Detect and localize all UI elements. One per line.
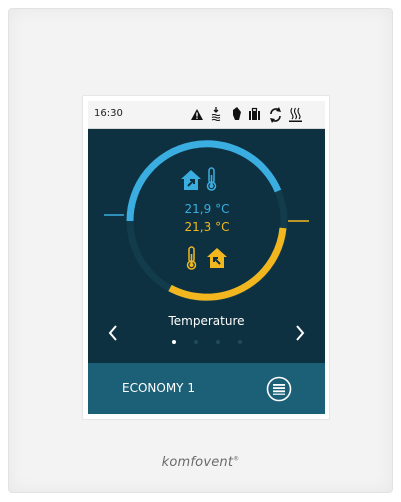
- next-screen-button[interactable]: [293, 325, 307, 347]
- clock: 16:30: [94, 108, 123, 119]
- brand-mark: ®: [233, 455, 240, 463]
- chevron-left-icon: [108, 325, 117, 341]
- brand-name: komfovent: [161, 455, 234, 470]
- thermometer-actual-icon: [206, 167, 217, 191]
- hand-override-icon[interactable]: [233, 107, 241, 120]
- setpoint-arc: [168, 227, 287, 301]
- warning-icon[interactable]: [191, 109, 203, 120]
- briefcase-icon[interactable]: [249, 107, 260, 121]
- menu-button[interactable]: [266, 376, 292, 402]
- refresh-icon[interactable]: [270, 107, 281, 123]
- house-exhaust-icon: [181, 170, 201, 190]
- page-dot[interactable]: [172, 340, 176, 344]
- previous-screen-button[interactable]: [106, 325, 120, 347]
- house-supply-icon: [207, 248, 227, 268]
- thermometer-set-icon: [186, 246, 197, 270]
- actual-temperature: 21,9 °C: [184, 202, 230, 216]
- menu-icon: [266, 376, 292, 402]
- display-screen: 16:30 21,9 °C 21,3 °C Temperature ECONOM…: [88, 101, 325, 414]
- operation-mode[interactable]: ECONOMY 1: [122, 381, 195, 395]
- chevron-right-icon: [296, 325, 305, 341]
- status-icons: [191, 104, 319, 125]
- page-dot[interactable]: [194, 340, 198, 344]
- page-dot[interactable]: [216, 340, 220, 344]
- status-bar: 16:30: [88, 101, 325, 129]
- fan-heat-icon[interactable]: [211, 107, 221, 122]
- page-dot[interactable]: [238, 340, 242, 344]
- heater-icon[interactable]: [289, 107, 302, 122]
- mode-footer: ECONOMY 1: [88, 363, 325, 414]
- brand-logo: komfovent®: [0, 455, 401, 470]
- set-temperature: 21,3 °C: [184, 220, 230, 234]
- status-icon-strip: [191, 107, 302, 123]
- temperature-gauge: [104, 140, 309, 302]
- screen-title: Temperature: [168, 314, 245, 328]
